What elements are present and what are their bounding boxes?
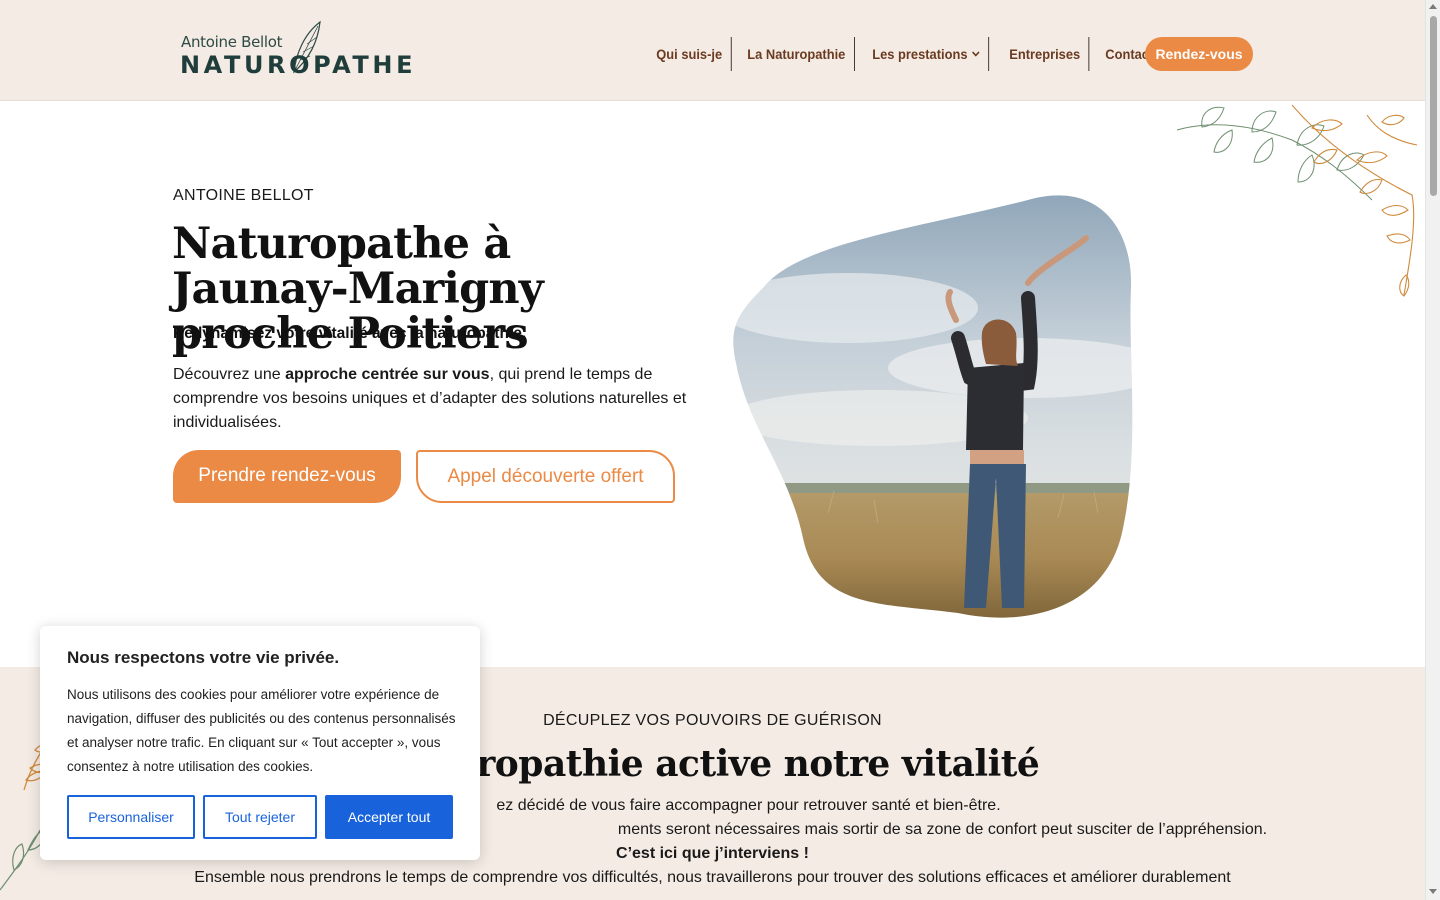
hero-text-bold: approche centrée sur vous: [285, 366, 490, 383]
site-header: Antoine Bellot NATUROPATHE Qui suis-je L…: [0, 0, 1425, 101]
section2-line-text: ez décidé de vous faire accompagner pour…: [496, 797, 1001, 814]
main-nav: Qui suis-je La Naturopathie Les prestati…: [648, 36, 1167, 72]
nav-label: Qui suis-je: [656, 46, 723, 62]
rendez-vous-button[interactable]: Rendez-vous: [1145, 37, 1253, 71]
hero-text-part: Découvrez une: [173, 366, 286, 383]
cookie-customize-button[interactable]: Personnaliser: [67, 795, 195, 839]
prendre-rendez-vous-button[interactable]: Prendre rendez-vous: [173, 450, 401, 503]
nav-item-naturopathie[interactable]: La Naturopathie: [739, 37, 855, 71]
nav-item-prestations[interactable]: Les prestations: [864, 37, 990, 71]
section2-line-4: Ensemble nous prendrons le temps de comp…: [194, 869, 1231, 886]
section2-title-text: aturopathie active notre vitalité: [411, 743, 1040, 785]
chevron-down-icon: [972, 51, 981, 57]
hero-text: Découvrez une approche centrée sur vous,…: [173, 363, 698, 435]
section2-line-text: ments seront nécessaires mais sortir de …: [617, 821, 1268, 838]
nav-item-entreprises[interactable]: Entreprises: [1001, 37, 1090, 71]
page-scrollbar[interactable]: [1425, 0, 1440, 900]
site-logo[interactable]: Antoine Bellot NATUROPATHE: [176, 18, 421, 84]
cookie-text: Nous utilisons des cookies pour améliore…: [67, 687, 456, 774]
cookie-accept-button[interactable]: Accepter tout: [325, 795, 453, 839]
nav-label: Entreprises: [1008, 46, 1080, 62]
hero-subtitle: Redynamisez votre vitalité avec la natur…: [173, 325, 527, 342]
logo-small-text: Antoine Bellot: [181, 33, 283, 51]
logo-big-text: NATUROPATHE: [180, 51, 417, 79]
cookie-banner: Nous respectons votre vie privée. Nous u…: [40, 626, 480, 860]
hero-photo: [733, 195, 1133, 618]
nav-label: Les prestations: [872, 46, 968, 62]
nav-label: La Naturopathie: [746, 46, 845, 62]
scroll-down-icon[interactable]: [1429, 889, 1437, 894]
leaf-decoration: [1176, 104, 1418, 297]
appel-decouverte-button[interactable]: Appel découverte offert: [416, 450, 675, 503]
cookie-reject-button[interactable]: Tout rejeter: [203, 795, 317, 839]
scroll-thumb[interactable]: [1430, 16, 1437, 196]
scroll-up-icon[interactable]: [1429, 4, 1437, 9]
hero-eyebrow: ANTOINE BELLOT: [173, 187, 314, 204]
cookie-title: Nous respectons votre vie privée.: [67, 648, 340, 667]
nav-item-qui-suis-je[interactable]: Qui suis-je: [648, 37, 732, 71]
